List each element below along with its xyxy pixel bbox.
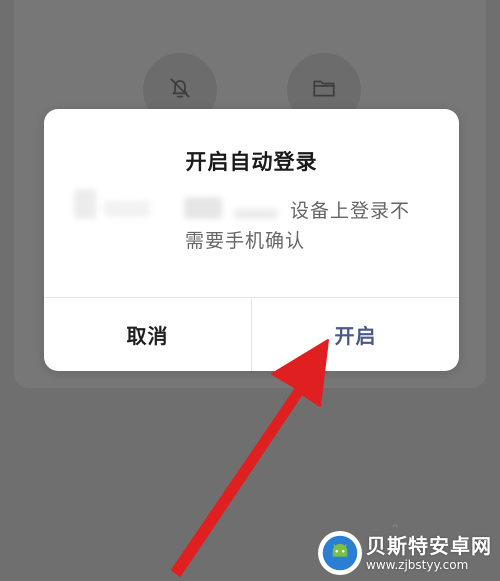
dialog-message-line2: 需要手机确认 bbox=[185, 230, 306, 252]
bell-off-icon bbox=[167, 75, 193, 105]
redacted-device-name bbox=[104, 201, 150, 217]
folder-icon bbox=[311, 75, 337, 105]
watermark-url: www.zjbstyy.com bbox=[366, 558, 469, 572]
cancel-button[interactable]: 取消 bbox=[44, 298, 251, 371]
enable-button[interactable]: 开启 bbox=[252, 298, 459, 371]
dialog-title: 开启自动登录 bbox=[185, 150, 318, 174]
watermark-logo bbox=[318, 531, 362, 575]
dialog-message-line1: 设备上登录不 bbox=[290, 200, 411, 222]
watermark: 贝斯特安卓网 www.zjbstyy.com bbox=[318, 531, 492, 575]
redacted-device-name bbox=[184, 197, 222, 219]
screen: 开启自动登录 设备上登录不 需要手机确认 取消 开启 ᵔ 贝斯特安卓网 www.… bbox=[0, 0, 500, 581]
auto-login-dialog: 开启自动登录 设备上登录不 需要手机确认 取消 开启 bbox=[44, 109, 459, 371]
redacted-device-name bbox=[234, 209, 278, 219]
redacted-device-name bbox=[74, 189, 96, 219]
watermark-name: 贝斯特安卓网 bbox=[366, 534, 492, 558]
